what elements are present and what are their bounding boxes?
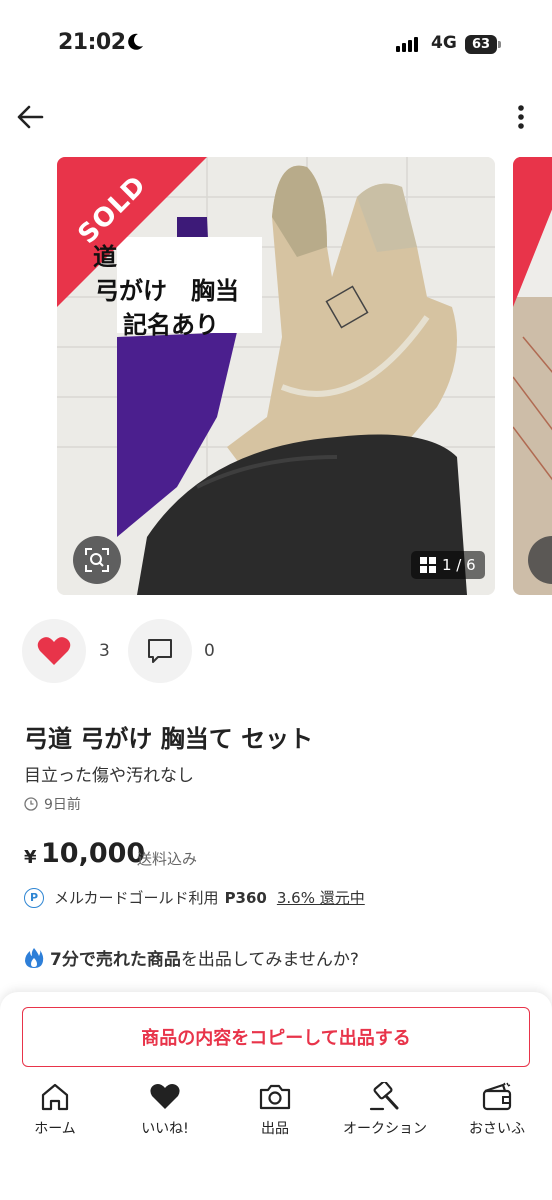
nav-sell-label: 出品 — [261, 1121, 289, 1137]
flame-icon — [25, 947, 44, 968]
status-time: 21:02 — [58, 30, 126, 55]
nav-auction[interactable]: オークション — [330, 1082, 440, 1138]
image-text-line-2: 弓がけ 胸当 — [95, 277, 239, 305]
price-currency: ¥ — [24, 847, 37, 868]
signal-icon — [396, 37, 418, 52]
moon-icon — [128, 33, 143, 50]
gavel-icon — [369, 1082, 399, 1111]
wallet-icon — [482, 1082, 512, 1111]
comment-icon — [148, 639, 172, 663]
shipping-info: 送料込み — [137, 850, 198, 868]
battery-icon: 63 — [465, 35, 497, 54]
battery-tip — [498, 41, 501, 48]
nav-home-label: ホーム — [34, 1121, 76, 1137]
heart-icon — [37, 637, 71, 665]
next-product-photo[interactable] — [513, 157, 552, 595]
grid-icon — [420, 557, 436, 573]
next-photo-illustration — [513, 157, 552, 595]
home-icon — [41, 1083, 69, 1111]
points-rate-link[interactable]: 3.6% 還元中 — [277, 887, 365, 908]
heart-icon — [150, 1084, 180, 1109]
posted-time: 9日前 — [24, 794, 81, 814]
more-menu-icon[interactable] — [506, 100, 536, 134]
points-info: P メルカードゴールド利用 P360 3.6% 還元中 — [24, 887, 365, 908]
scan-icon — [85, 548, 109, 572]
comment-button[interactable] — [128, 619, 192, 683]
nav-auction-label: オークション — [343, 1121, 427, 1137]
nav-wallet[interactable]: おさいふ — [442, 1082, 552, 1138]
camera-icon — [259, 1084, 291, 1110]
item-condition: 目立った傷や汚れなし — [24, 766, 194, 786]
network-type: 4G — [431, 33, 457, 53]
nav-home[interactable]: ホーム — [0, 1082, 110, 1138]
image-counter-text: 1 / 6 — [442, 556, 476, 574]
back-arrow-icon[interactable] — [14, 100, 48, 134]
copy-listing-button[interactable]: 商品の内容をコピーして出品する — [22, 1007, 530, 1067]
nav-likes-label: いいね! — [141, 1121, 189, 1137]
points-label: メルカードゴールド利用 — [54, 889, 219, 907]
item-price: 10,000 — [41, 838, 146, 869]
points-amount: P360 — [224, 888, 267, 907]
sell-promo: 7分で売れた商品を出品してみませんか? — [24, 945, 359, 970]
comment-count: 0 — [204, 641, 215, 661]
image-text-line-1: 道 — [93, 243, 117, 271]
like-button[interactable] — [22, 619, 86, 683]
image-text-line-3: 記名あり — [123, 311, 219, 339]
product-photo[interactable]: SOLD 道 弓がけ 胸当 記名あり — [57, 157, 495, 595]
posted-time-text: 9日前 — [44, 797, 81, 813]
nav-likes[interactable]: いいね! — [110, 1082, 220, 1138]
nav-wallet-label: おさいふ — [469, 1121, 525, 1137]
image-counter: 1 / 6 — [411, 551, 485, 579]
like-count: 3 — [99, 641, 110, 661]
promo-bold-text: 7分で売れた商品 — [50, 950, 181, 970]
item-title: 弓道 弓がけ 胸当て セット — [24, 725, 314, 753]
points-badge-icon: P — [24, 887, 44, 908]
clock-icon — [24, 797, 38, 811]
promo-text: を出品してみませんか? — [180, 950, 359, 970]
image-search-button[interactable] — [73, 536, 121, 584]
nav-sell[interactable]: 出品 — [220, 1082, 330, 1138]
